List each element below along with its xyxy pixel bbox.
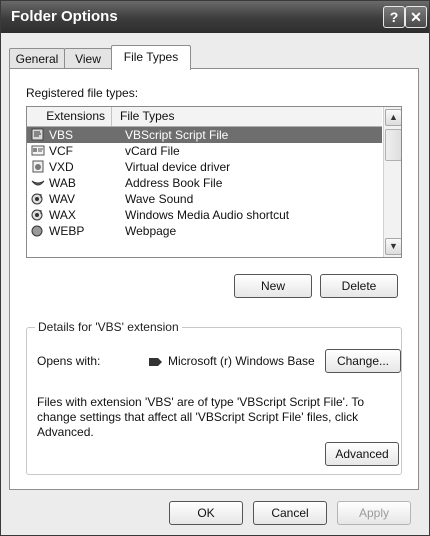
title-bar[interactable]: Folder Options ? ✕ [1,1,429,33]
details-description: Files with extension 'VBS' are of type '… [37,395,365,439]
delete-button[interactable]: Delete [320,274,398,298]
row-file-type: VBScript Script File [125,128,229,142]
scroll-up-arrow-icon[interactable]: ▲ [385,109,401,126]
list-item[interactable]: VBS VBScript Script File [27,127,382,143]
details-legend: Details for 'VBS' extension [35,320,182,334]
sound-file-icon [31,209,43,221]
row-extension: WAV [49,192,75,206]
sound-file-icon [31,193,43,205]
apply-button[interactable]: Apply [337,501,411,525]
column-file-types[interactable]: File Types [112,107,389,126]
scroll-down-arrow-icon[interactable]: ▼ [385,238,401,255]
registered-file-types-label: Registered file types: [26,86,139,100]
application-icon [149,358,162,366]
tab-file-types[interactable]: File Types [111,45,191,70]
vcard-file-icon [31,145,45,156]
row-extension: WAB [49,176,76,190]
script-file-icon [31,128,44,141]
address-book-icon [31,180,45,186]
list-rows: VBS VBScript Script File VCF vCard File [27,127,382,239]
row-file-type: Virtual device driver [125,160,231,174]
tab-general[interactable]: General [9,48,65,69]
media-file-icon [31,225,43,237]
file-types-list[interactable]: Extensions File Types VBS VBScript Scrip… [26,106,402,258]
row-extension: VCF [49,144,73,158]
list-scrollbar[interactable]: ▲ ▼ [383,107,401,257]
row-extension: WEBP [49,224,85,238]
help-button[interactable]: ? [383,6,405,28]
details-groupbox: Details for 'VBS' extension Opens with: … [26,320,402,475]
change-button[interactable]: Change... [325,349,401,373]
list-item[interactable]: VCF vCard File [27,143,382,159]
row-file-type: Address Book File [125,176,223,190]
row-file-type: vCard File [125,144,180,158]
row-extension: VBS [49,128,74,142]
opens-with-app: Microsoft (r) Windows Base [168,354,315,368]
column-extensions[interactable]: Extensions [27,107,112,126]
driver-file-icon [32,160,44,173]
row-extension: WAX [49,208,76,222]
scroll-thumb[interactable] [385,129,401,161]
list-item[interactable]: VXD Virtual device driver [27,159,382,175]
close-button[interactable]: ✕ [405,6,427,28]
row-extension: VXD [49,160,74,174]
window-title: Folder Options [11,8,118,25]
new-button[interactable]: New [234,274,312,298]
row-file-type: Webpage [125,224,177,238]
list-item[interactable]: WAX Windows Media Audio shortcut [27,207,382,223]
list-item[interactable]: WAV Wave Sound [27,191,382,207]
file-types-panel: Registered file types: Extensions File T… [9,68,419,490]
row-file-type: Wave Sound [125,192,194,206]
row-file-type: Windows Media Audio shortcut [125,208,290,222]
list-item[interactable]: WEBP Webpage [27,223,382,239]
folder-options-dialog: Folder Options ? ✕ General View File Typ… [0,0,430,536]
opens-with-label: Opens with: [37,354,101,368]
tab-view[interactable]: View [64,48,112,69]
list-item[interactable]: WAB Address Book File [27,175,382,191]
list-header: Extensions File Types [27,107,382,127]
cancel-button[interactable]: Cancel [253,501,327,525]
ok-button[interactable]: OK [169,501,243,525]
advanced-button[interactable]: Advanced [325,442,399,466]
